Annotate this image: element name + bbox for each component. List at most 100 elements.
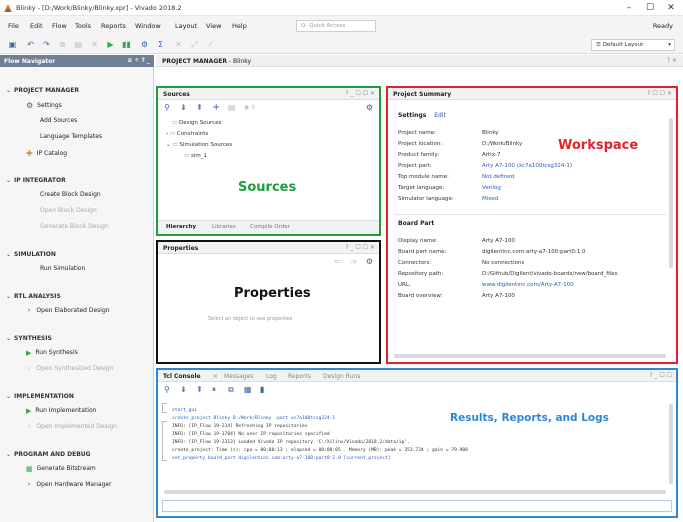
paste-icon[interactable]: ▤ — [74, 40, 83, 49]
menu-window[interactable]: Window — [135, 22, 161, 30]
program-icon[interactable]: ▮▮ — [122, 40, 131, 49]
summary-controls[interactable]: ? ☐ ☐ ✕ — [647, 90, 672, 97]
properties-icon[interactable]: ▤ — [228, 103, 236, 112]
section-rtl-analysis[interactable]: ⌄ RTL ANALYSIS — [6, 293, 61, 300]
search-icon[interactable]: ⚲ — [164, 385, 170, 394]
copy-icon[interactable]: ⧉ — [228, 385, 234, 395]
nav-run-implementation[interactable]: ▶ Run Implementation — [26, 407, 96, 414]
tab-compile-order[interactable]: Compile Order — [250, 224, 290, 230]
nav-add-sources[interactable]: Add Sources — [40, 117, 77, 124]
nav-settings[interactable]: ⚙ Settings — [26, 101, 62, 109]
expand-all-icon[interactable]: ⇞ — [196, 385, 203, 394]
tab-messages[interactable]: Messages — [224, 373, 253, 380]
simulator-language-link[interactable]: Mixed — [482, 196, 498, 202]
project-manager-controls[interactable]: ? ✕ — [667, 57, 677, 64]
section-project-manager[interactable]: ⌄ PROJECT MANAGER — [6, 87, 79, 94]
menu-help[interactable]: Help — [232, 22, 247, 30]
delete-icon[interactable]: ▮ — [260, 385, 264, 394]
gear-icon[interactable]: ⚙ — [366, 257, 373, 266]
section-program-and-debug[interactable]: ⌄ PROGRAM AND DEBUG — [6, 451, 91, 458]
search-icon[interactable]: ⚲ — [164, 103, 170, 112]
zoom-icon[interactable]: ⤢ — [190, 40, 199, 49]
menu-file[interactable]: File — [8, 22, 19, 30]
nav-open-synthesized-design[interactable]: › Open Synthesized Design — [28, 365, 113, 372]
tree-item-sim-1[interactable]: ▭ sim_1 — [184, 153, 207, 159]
minimize-icon[interactable]: – — [622, 2, 636, 14]
tree-item-design-sources[interactable]: ▭ Design Sources — [172, 120, 221, 126]
nav-create-block-design[interactable]: Create Block Design — [40, 191, 101, 198]
vertical-scrollbar[interactable] — [669, 404, 673, 484]
copy-icon[interactable]: ⧉ — [58, 40, 67, 49]
target-language-link[interactable]: Verilog — [482, 185, 501, 191]
menu-layout[interactable]: Layout — [175, 22, 197, 30]
sources-controls[interactable]: ? _ ☐ ☐ ✕ — [345, 90, 375, 97]
tab-log[interactable]: Log — [266, 373, 277, 380]
settings-icon[interactable]: ⚙ — [140, 40, 149, 49]
nav-ip-catalog[interactable]: ✚ IP Catalog — [26, 149, 67, 157]
delete-icon[interactable]: ✕ — [90, 40, 99, 49]
tree-item-simulation-sources[interactable]: ⌄ ▭ Simulation Sources — [166, 142, 232, 148]
nav-generate-block-design[interactable]: Generate Block Design — [40, 223, 109, 230]
tab-tcl-console[interactable]: Tcl Console — [163, 373, 201, 380]
nav-open-hardware-manager[interactable]: › Open Hardware Manager — [28, 481, 112, 488]
nav-open-implemented-design[interactable]: › Open Implemented Design — [28, 423, 117, 430]
menu-edit[interactable]: Edit — [30, 22, 43, 30]
sum-icon[interactable]: Σ — [156, 40, 165, 49]
menu-reports[interactable]: Reports — [101, 22, 126, 30]
nav-open-block-design[interactable]: Open Block Design — [40, 207, 97, 214]
expand-all-icon[interactable]: ⇞ — [196, 103, 203, 112]
top-module-link[interactable]: Not defined — [482, 174, 514, 180]
open-project-icon[interactable]: ▣ — [8, 40, 17, 49]
maximize-icon[interactable]: ☐ — [643, 2, 657, 14]
nav-run-synthesis[interactable]: ▶ Run Synthesis — [26, 349, 78, 356]
project-part-link[interactable]: Arty A7-100 (xc7a100tcsg324-1) — [482, 163, 572, 169]
board-value[interactable]: www.digilentinc.com/Arty-A7-100 — [482, 282, 574, 288]
tree-item-constraints[interactable]: › ▭ Constraints — [166, 131, 208, 137]
section-implementation[interactable]: ⌄ IMPLEMENTATION — [6, 393, 74, 400]
menu-flow[interactable]: Flow — [52, 22, 67, 30]
grid-icon[interactable]: ▦ — [244, 385, 252, 394]
run-icon[interactable]: ▶ — [106, 40, 115, 49]
section-simulation[interactable]: ⌄ SIMULATION — [6, 251, 56, 258]
console-controls[interactable]: ? _ ☐ ☐ — [649, 372, 672, 379]
cancel-icon[interactable]: ✕ — [174, 40, 183, 49]
layout-select[interactable]: ☰ Default Layout ▾ — [591, 39, 675, 51]
forward-icon[interactable]: ⇒ — [350, 257, 357, 266]
pause-icon[interactable]: ⏸ — [212, 385, 216, 395]
nav-open-elaborated-design[interactable]: › Open Elaborated Design — [28, 307, 110, 314]
flow-navigator-controls[interactable]: ≡ ÷ ? _ — [127, 57, 150, 64]
summary-value[interactable]: Not defined — [482, 174, 514, 180]
nav-run-simulation[interactable]: Run Simulation — [40, 265, 85, 272]
summary-value[interactable]: Arty A7-100 (xc7a100tcsg324-1) — [482, 163, 572, 169]
close-icon[interactable]: ✕ — [664, 2, 678, 14]
close-tab-icon[interactable]: × — [213, 373, 218, 380]
back-icon[interactable]: ⇐ — [334, 257, 341, 266]
undo-icon[interactable]: ↶ — [26, 40, 35, 49]
summary-value[interactable]: Mixed — [482, 196, 498, 202]
menu-tools[interactable]: Tools — [75, 22, 91, 30]
quick-access-input[interactable]: Q- Quick Access — [296, 20, 376, 32]
tab-libraries[interactable]: Libraries — [212, 224, 236, 230]
collapse-all-icon[interactable]: ⇟ — [180, 385, 187, 394]
tab-design-runs[interactable]: Design Runs — [323, 373, 360, 380]
gear-icon[interactable]: ⚙ — [366, 103, 373, 112]
edit-link[interactable]: Edit — [434, 112, 446, 119]
summary-value[interactable]: Verilog — [482, 185, 501, 191]
section-synthesis[interactable]: ⌄ SYNTHESIS — [6, 335, 52, 342]
redo-icon[interactable]: ↷ — [42, 40, 51, 49]
horizontal-scrollbar[interactable] — [164, 490, 666, 494]
vertical-scrollbar[interactable] — [669, 118, 673, 268]
add-source-icon[interactable]: + — [212, 102, 220, 113]
section-ip-integrator[interactable]: ⌄ IP INTEGRATOR — [6, 177, 66, 184]
properties-controls[interactable]: ? _ ☐ ☐ ✕ — [345, 244, 375, 251]
url-link[interactable]: www.digilentinc.com/Arty-A7-100 — [482, 282, 574, 288]
tcl-command-input[interactable] — [162, 500, 672, 512]
collapse-all-icon[interactable]: ⇟ — [180, 103, 187, 112]
nav-language-templates[interactable]: Language Templates — [40, 133, 102, 140]
tab-hierarchy[interactable]: Hierarchy — [166, 224, 196, 230]
horizontal-scrollbar[interactable] — [394, 354, 666, 358]
tab-reports[interactable]: Reports — [288, 373, 311, 380]
nav-generate-bitstream[interactable]: ▦ Generate Bitstream — [26, 465, 96, 472]
pin-icon[interactable]: ⁄ — [206, 40, 215, 49]
menu-view[interactable]: View — [206, 22, 221, 30]
